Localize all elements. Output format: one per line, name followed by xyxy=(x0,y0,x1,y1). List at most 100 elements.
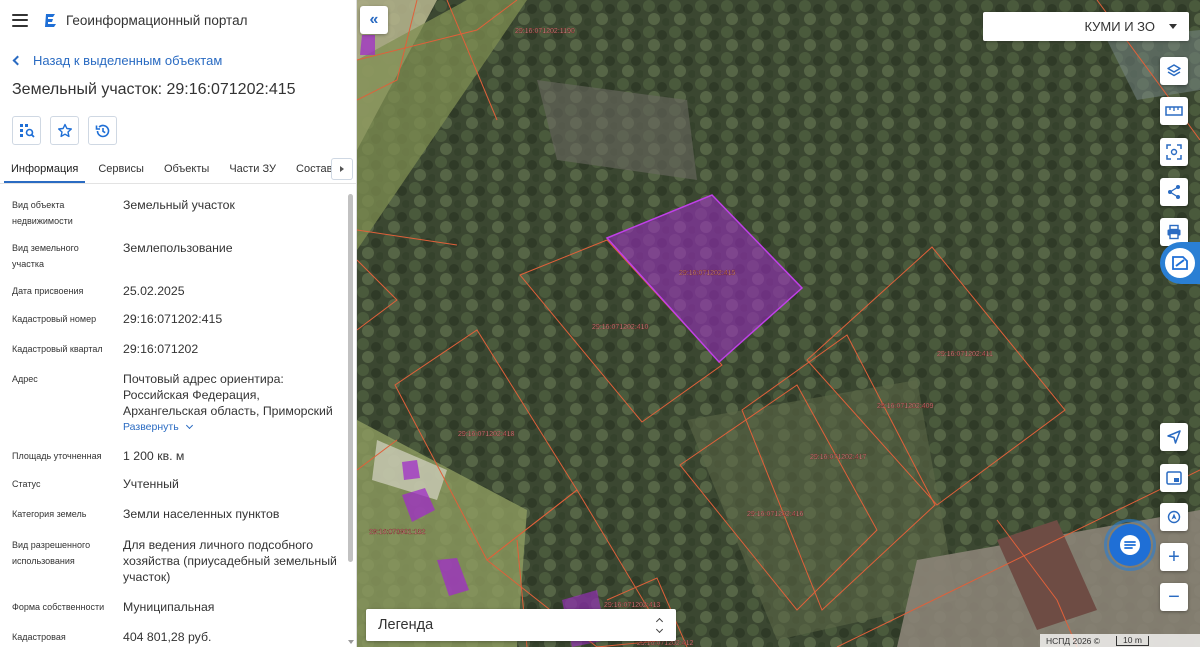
tab-objects[interactable]: Объекты xyxy=(157,156,216,183)
property-label: Кадастровый квартал xyxy=(12,344,103,354)
legend-label: Легенда xyxy=(378,617,434,633)
property-label: Статус xyxy=(12,479,41,489)
expand-collapse-icon xyxy=(655,617,664,633)
geolocation-button[interactable] xyxy=(1160,503,1188,531)
parcel-label: 29:16:071202:411 xyxy=(937,351,993,358)
locate-button[interactable] xyxy=(1160,423,1188,451)
print-icon xyxy=(1167,224,1181,240)
tab-services[interactable]: Сервисы xyxy=(91,156,151,183)
chat-ring xyxy=(1104,519,1156,571)
active-tool-button[interactable] xyxy=(1160,242,1200,284)
minimap-icon xyxy=(1166,471,1182,485)
parcel-label: 29:16:071202:410 xyxy=(592,324,649,331)
caret-down-icon xyxy=(1169,24,1177,29)
tab-parcel-parts[interactable]: Части ЗУ xyxy=(222,156,283,183)
zoom-in-label: + xyxy=(1168,546,1180,568)
property-value: Для ведения личного подсобного хозяйства… xyxy=(123,538,337,584)
history-icon xyxy=(95,124,109,137)
chat-assistant-button[interactable] xyxy=(1104,519,1156,571)
property-label: Вид объекта недвижимости xyxy=(12,200,73,226)
object-info-panel: Геоинформационный портал Назад к выделен… xyxy=(0,0,357,647)
property-value: Земельный участок xyxy=(123,198,235,212)
property-value: 1 200 кв. м xyxy=(123,449,185,463)
parcel-small[interactable] xyxy=(402,460,420,480)
info-tabs: Информация Сервисы Объекты Части ЗУ Сост… xyxy=(0,156,356,184)
zoom-in-button[interactable]: + xyxy=(1160,543,1188,571)
zoom-out-button[interactable]: − xyxy=(1160,583,1188,611)
select-area-button[interactable] xyxy=(12,116,41,145)
favorite-button[interactable] xyxy=(50,116,79,145)
locate-icon xyxy=(1167,430,1181,444)
parcel-label: 29:16:071202:412 xyxy=(637,640,694,647)
tabs-scroll-right-button[interactable] xyxy=(331,158,353,180)
map-attribution: НСПД 2026 © 10 m xyxy=(1040,634,1200,647)
parcel-label: 29:16:071202:409 xyxy=(877,403,934,410)
share-button[interactable] xyxy=(1160,178,1188,206)
active-tool-icon xyxy=(1172,256,1188,270)
property-value: Учтенный xyxy=(123,477,179,491)
ruler-button[interactable] xyxy=(1160,97,1188,125)
property-label: Вид разрешенного использования xyxy=(12,540,91,566)
star-icon xyxy=(57,123,72,137)
expand-label: Развернуть xyxy=(123,421,179,433)
history-button[interactable] xyxy=(88,116,117,145)
satellite-map: 29:16:071202:1190 29:16:071202:415 29:16… xyxy=(357,0,1200,647)
parcel-small[interactable] xyxy=(360,35,375,55)
parcel-label: 29:16:071202:1190 xyxy=(515,28,575,35)
app-root: Геоинформационный портал Назад к выделен… xyxy=(0,0,1200,647)
area-select-icon xyxy=(1166,144,1182,160)
scroll-down-arrow[interactable] xyxy=(348,640,354,644)
share-icon xyxy=(1168,185,1180,199)
top-bar: Геоинформационный портал xyxy=(0,0,356,40)
scrollbar-thumb[interactable] xyxy=(348,194,353,562)
double-chevron-left-icon: « xyxy=(369,11,379,28)
object-toolbar xyxy=(0,104,356,156)
parcel-label: 29:16:071202:417 xyxy=(810,454,867,461)
property-label: Кадастровая xyxy=(12,632,66,642)
layers-button[interactable] xyxy=(1160,57,1188,85)
property-label: Адрес xyxy=(12,374,38,384)
panel-scrollbar[interactable] xyxy=(347,190,354,647)
address-text: Почтовый адрес ориентира: Российская Фед… xyxy=(123,372,333,418)
menu-icon[interactable] xyxy=(12,13,28,27)
parcel-label: 29:16:071202:415 xyxy=(679,270,736,277)
property-value: Муниципальная xyxy=(123,600,215,614)
parcel-label: 29:16:071202:418 xyxy=(458,431,515,438)
property-value: Землепользование xyxy=(123,241,233,255)
legend-button[interactable]: Легенда xyxy=(366,609,676,641)
select-area-icon xyxy=(19,123,35,138)
app-title: Геоинформационный портал xyxy=(66,12,248,28)
area-select-button[interactable] xyxy=(1160,138,1188,166)
parcel-label: 29:16:071202:413 xyxy=(604,602,661,609)
attribution-text: НСПД 2026 © xyxy=(1046,635,1101,646)
property-value: Земли населенных пунктов xyxy=(123,507,280,521)
map-view[interactable]: 29:16:071202:1190 29:16:071202:415 29:16… xyxy=(357,0,1200,647)
chevron-left-icon xyxy=(12,55,23,65)
back-label: Назад к выделенным объектам xyxy=(33,52,223,68)
layer-select[interactable]: КУМИ И ЗО xyxy=(983,12,1189,41)
object-title: Земельный участок: 29:16:071202:415 xyxy=(12,81,296,98)
parcel-label: 29:16:071202:416 xyxy=(747,511,804,518)
minimap-button[interactable] xyxy=(1160,464,1188,492)
property-value: 25.02.2025 xyxy=(123,284,185,298)
chevron-down-icon xyxy=(185,421,193,430)
property-value: 29:16:071202 xyxy=(123,342,199,356)
geolocation-icon xyxy=(1167,510,1181,524)
portal-logo xyxy=(45,14,56,27)
back-to-selection-link[interactable]: Назад к выделенным объектам xyxy=(0,40,356,80)
layers-icon xyxy=(1167,64,1181,77)
ruler-icon xyxy=(1165,106,1183,116)
property-label: Кадастровый номер xyxy=(12,314,97,324)
collapse-panel-button[interactable]: « xyxy=(360,6,388,34)
property-value: 404 801,28 руб. xyxy=(123,630,212,644)
property-label: Вид земельного участка xyxy=(12,243,79,269)
property-value: Почтовый адрес ориентира: Российская Фед… xyxy=(123,371,343,435)
layer-select-value: КУМИ И ЗО xyxy=(1084,19,1155,34)
property-label: Категория земель xyxy=(12,509,87,519)
tab-information[interactable]: Информация xyxy=(4,156,86,183)
zoom-out-label: − xyxy=(1168,586,1180,608)
parcel-label: 29:16:070901:182 xyxy=(369,529,426,536)
expand-address-link[interactable]: Развернуть xyxy=(123,419,343,435)
property-value: 29:16:071202:415 xyxy=(123,312,223,326)
property-label: Дата присвоения xyxy=(12,286,84,296)
